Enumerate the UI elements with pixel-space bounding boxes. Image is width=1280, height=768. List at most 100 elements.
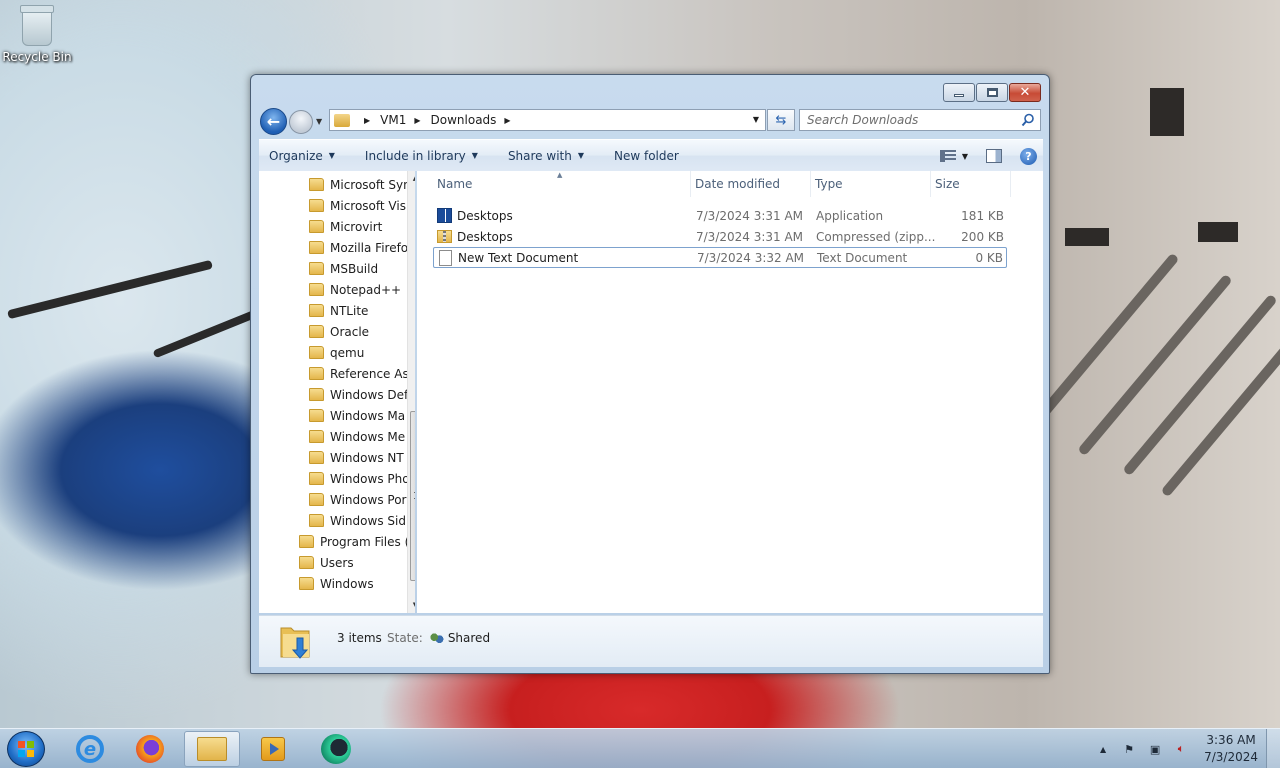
file-name: New Text Document: [458, 250, 579, 265]
help-icon[interactable]: ?: [1020, 147, 1037, 165]
arrow-left-icon: ←: [266, 112, 281, 131]
file-row[interactable]: Desktops 7/3/2024 3:31 AM Compressed (zipp…: [433, 226, 1007, 247]
file-row[interactable]: New Text Document 7/3/2024 3:32 AM Text Do…: [433, 247, 1007, 268]
search-placeholder: Search Downloads: [807, 113, 919, 127]
folder-icon: [299, 556, 314, 569]
search-icon[interactable]: [1021, 113, 1035, 127]
folder-icon: [309, 388, 324, 401]
nav-tree-label: Microsoft Vis: [330, 198, 406, 213]
address-bar[interactable]: ▶ VM1 ▶ Downloads ▶ ▼: [329, 109, 766, 131]
forward-button[interactable]: [289, 110, 313, 134]
chevron-right-icon[interactable]: ▶: [414, 116, 420, 125]
nav-tree-label: Windows: [320, 576, 374, 591]
column-date-modified[interactable]: Date modified: [691, 171, 811, 197]
scrollbar-thumb[interactable]: [410, 411, 415, 581]
nav-tree-item[interactable]: Notepad++: [309, 279, 401, 300]
nav-tree-label: Windows Sid: [330, 513, 406, 528]
nav-tree-label: Windows Ma: [330, 408, 406, 423]
preview-pane-icon[interactable]: [986, 149, 1002, 163]
view-options-icon[interactable]: [939, 150, 956, 162]
nav-tree-item[interactable]: Windows Def: [309, 384, 408, 405]
nav-tree-item[interactable]: Windows NT: [309, 447, 404, 468]
file-row[interactable]: Desktops 7/3/2024 3:31 AM Application 181 K…: [433, 205, 1007, 226]
folder-icon: [309, 220, 324, 233]
wallpaper-stroke: [152, 309, 258, 359]
nav-tree-item[interactable]: Windows Me: [309, 426, 405, 447]
recycle-bin-shortcut[interactable]: Recycle Bin: [2, 5, 72, 64]
nav-tree-item[interactable]: Mozilla Firefo: [309, 237, 408, 258]
nav-tree-item[interactable]: MSBuild: [309, 258, 378, 279]
explorer-window: ✕ ← ▼ ▶ VM1 ▶ Downloads ▶ ▼ ⇆ Search Dow…: [250, 74, 1050, 674]
folder-icon: [309, 199, 324, 212]
scroll-up-icon[interactable]: ▲: [408, 171, 415, 186]
wallpaper-fork: [1030, 252, 1180, 428]
nav-tree-item[interactable]: NTLite: [309, 300, 368, 321]
taskbar-firefox[interactable]: [122, 731, 178, 767]
chevron-down-icon[interactable]: ▼: [962, 152, 968, 161]
nav-tree-item[interactable]: Oracle: [309, 321, 369, 342]
nav-tree-item[interactable]: Program Files (: [299, 531, 409, 552]
recycle-bin-label: Recycle Bin: [2, 50, 72, 64]
column-date-label: Date modified: [695, 177, 781, 191]
clock[interactable]: 3:36 AM 7/3/2024: [1204, 732, 1258, 766]
network-icon[interactable]: ▣: [1147, 741, 1163, 757]
nav-tree-item[interactable]: Windows Ma: [309, 405, 405, 426]
nav-tree-label: Mozilla Firefo: [330, 240, 409, 255]
column-size-label: Size: [935, 177, 960, 191]
nav-tree-item[interactable]: Windows: [299, 573, 374, 594]
scroll-down-icon[interactable]: ▼: [408, 598, 415, 613]
nav-tree-item[interactable]: Microsoft Vis: [309, 195, 406, 216]
close-button[interactable]: ✕: [1009, 83, 1041, 102]
show-hidden-icons-icon[interactable]: ▲: [1095, 741, 1111, 757]
volume-muted-icon[interactable]: 🔈︎: [1173, 741, 1189, 757]
nav-tree-label: Windows Me: [330, 429, 406, 444]
minimize-button[interactable]: [943, 83, 975, 102]
nav-tree-item[interactable]: Windows Por: [309, 489, 406, 510]
show-desktop-button[interactable]: [1266, 729, 1280, 768]
nav-scrollbar[interactable]: ▲ ▼: [407, 171, 415, 613]
folder-icon: [309, 514, 324, 527]
chevron-right-icon[interactable]: ▶: [504, 116, 510, 125]
breadcrumb-vm1[interactable]: VM1: [380, 113, 406, 127]
chevron-down-icon: ▼: [577, 151, 584, 160]
maximize-button[interactable]: [976, 83, 1008, 102]
chevron-down-icon: ▼: [328, 151, 335, 160]
new-folder-label: New folder: [614, 148, 679, 163]
taskbar-app-green[interactable]: [308, 731, 364, 767]
nav-tree-label: Oracle: [330, 324, 370, 339]
taskbar-windows-explorer[interactable]: [184, 731, 240, 767]
zip-folder-icon: [437, 230, 452, 243]
nav-tree-item[interactable]: Windows Sid: [309, 510, 406, 531]
chevron-right-icon[interactable]: ▶: [364, 116, 370, 125]
nav-tree-label: Microsoft Syn: [330, 177, 411, 192]
nav-tree-item[interactable]: Users: [299, 552, 354, 573]
state-label: State:: [387, 631, 423, 645]
file-size: 200 KB: [961, 229, 1004, 244]
new-folder-button[interactable]: New folder: [604, 149, 689, 163]
nav-tree-item[interactable]: qemu: [309, 342, 364, 363]
column-type[interactable]: Type: [811, 171, 931, 197]
wallpaper-stroke: [7, 259, 213, 320]
breadcrumb-downloads[interactable]: Downloads: [431, 113, 497, 127]
search-input[interactable]: Search Downloads: [799, 109, 1041, 131]
share-with-button[interactable]: Share with ▼: [498, 149, 594, 163]
back-button[interactable]: ←: [260, 108, 287, 135]
nav-tree-item[interactable]: Reference As: [309, 363, 409, 384]
toolbar-right: ▼ ?: [939, 140, 1043, 172]
folder-icon: [309, 367, 324, 380]
address-dropdown-icon[interactable]: ▼: [753, 115, 759, 124]
column-name[interactable]: Name: [433, 171, 691, 197]
taskbar-media-player[interactable]: [245, 731, 301, 767]
action-center-flag-icon[interactable]: ⚑: [1121, 741, 1137, 757]
taskbar-internet-explorer[interactable]: e: [62, 731, 118, 767]
nav-tree-item[interactable]: Microvirt: [309, 216, 382, 237]
recent-pages-dropdown[interactable]: ▼: [316, 117, 322, 126]
nav-tree-item[interactable]: Microsoft Syn: [309, 174, 411, 195]
organize-button[interactable]: Organize ▼: [259, 149, 345, 163]
refresh-button[interactable]: ⇆: [767, 109, 795, 131]
folder-icon: [309, 430, 324, 443]
include-in-library-button[interactable]: Include in library ▼: [355, 149, 488, 163]
nav-tree-item[interactable]: Windows Pho: [309, 468, 410, 489]
column-size[interactable]: Size: [931, 171, 1011, 197]
start-button[interactable]: [7, 731, 45, 767]
